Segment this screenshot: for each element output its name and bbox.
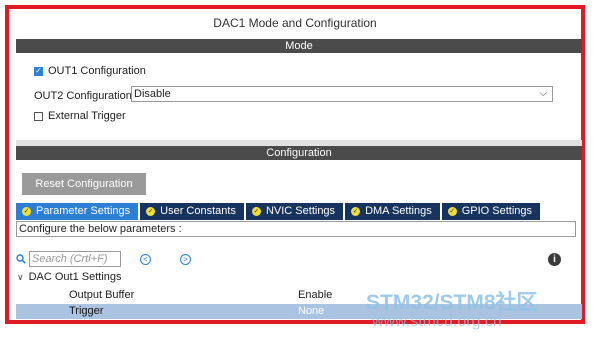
tab-label: Parameter Settings — [36, 205, 131, 217]
check-icon: ✓ — [22, 207, 31, 216]
watermark: STM32/STM8社区 — [366, 291, 538, 314]
out2-select[interactable]: Disable ⌵ — [131, 86, 553, 102]
dac1-panel: DAC1 Mode and Configuration Mode ✓ OUT1 … — [5, 5, 585, 324]
external-trigger-row[interactable]: External Trigger — [34, 110, 126, 122]
out1-label: OUT1 Configuration — [48, 65, 146, 77]
next-icon[interactable]: > — [180, 254, 191, 265]
parameters-hint: Configure the below parameters : — [16, 221, 576, 237]
tab-nvic-settings[interactable]: ✓ NVIC Settings — [245, 203, 344, 220]
out2-label: OUT2 Configuration — [34, 90, 132, 102]
out2-value: Disable — [134, 88, 171, 100]
tab-label: GPIO Settings — [461, 205, 533, 217]
param-value: None — [298, 305, 325, 317]
check-icon: ✓ — [447, 207, 457, 216]
check-icon: ✓ — [35, 66, 42, 75]
search-icon — [16, 254, 26, 264]
tab-label: DMA Settings — [365, 205, 432, 217]
reset-configuration-button[interactable]: Reset Configuration — [22, 173, 146, 195]
param-name: Output Buffer — [69, 289, 135, 301]
panel-title: DAC1 Mode and Configuration — [213, 16, 377, 30]
chevron-down-icon: ∨ — [17, 271, 24, 282]
configuration-header: Configuration — [16, 146, 582, 160]
chevron-down-icon: ⌵ — [539, 88, 547, 99]
out1-checkbox[interactable]: ✓ — [34, 66, 43, 76]
external-trigger-checkbox[interactable] — [34, 111, 43, 121]
mode-header: Mode — [16, 39, 582, 53]
tab-gpio-settings[interactable]: ✓ GPIO Settings — [441, 203, 541, 220]
group-label: DAC Out1 Settings — [28, 271, 122, 283]
info-icon[interactable]: i — [548, 253, 561, 266]
search-row: Search (Crtl+F) — [16, 251, 121, 267]
tab-label: User Constants — [160, 205, 236, 217]
param-value: Enable — [298, 289, 333, 301]
previous-icon[interactable]: < — [140, 254, 151, 265]
tab-label: NVIC Settings — [265, 205, 336, 217]
check-icon: ✓ — [251, 207, 261, 216]
config-tabs: ✓ Parameter Settings ✓ User Constants ✓ … — [16, 203, 541, 220]
check-icon: ✓ — [146, 207, 156, 216]
out1-config-row[interactable]: ✓ OUT1 Configuration — [34, 65, 146, 77]
param-name: Trigger — [69, 305, 104, 317]
tab-dma-settings[interactable]: ✓ DMA Settings — [345, 203, 440, 220]
search-input[interactable]: Search (Crtl+F) — [29, 251, 121, 267]
external-trigger-label: External Trigger — [48, 110, 126, 122]
watermark-url: www.stmcu.org.cn — [372, 313, 502, 330]
tab-user-constants[interactable]: ✓ User Constants — [140, 203, 244, 220]
check-icon: ✓ — [351, 207, 361, 216]
tab-parameter-settings[interactable]: ✓ Parameter Settings — [16, 203, 139, 220]
dac-out1-settings-group[interactable]: ∨ DAC Out1 Settings — [17, 271, 122, 283]
